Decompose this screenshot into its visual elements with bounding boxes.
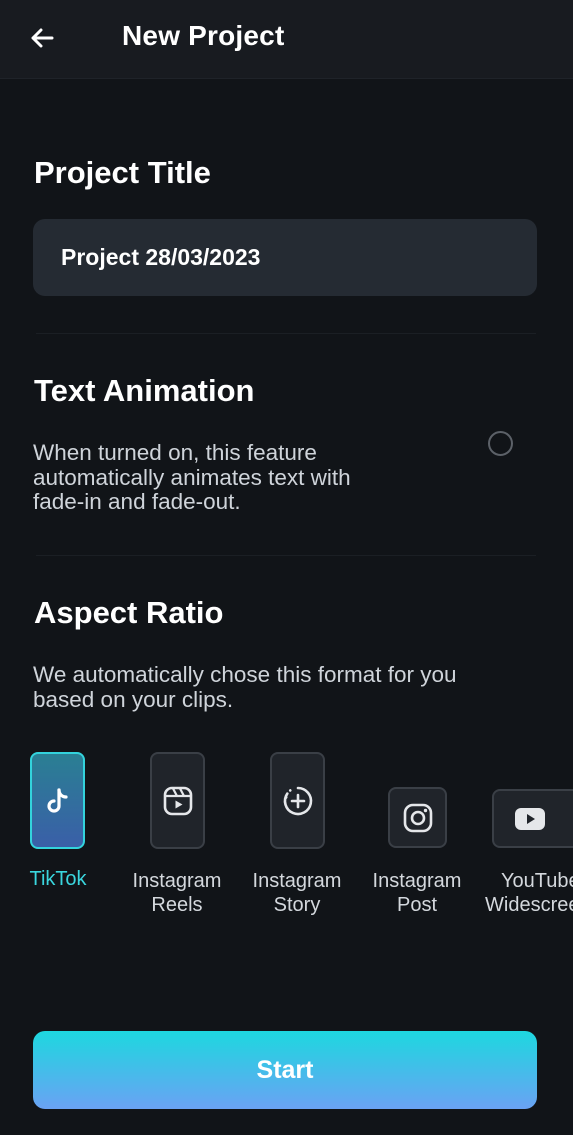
label-line: Instagram — [252, 870, 342, 892]
aspect-option-label: Instagram Post — [366, 869, 468, 917]
aspect-option-label: TikTok — [28, 867, 88, 891]
description-line: fade-in and fade-out. — [33, 489, 241, 514]
aspect-option-tiktok[interactable]: TikTok — [28, 750, 88, 900]
project-title-heading: Project Title — [34, 155, 211, 190]
instagram-story-icon — [283, 786, 312, 815]
back-button[interactable] — [22, 18, 62, 58]
start-button[interactable]: Start — [33, 1031, 537, 1109]
youtube-icon — [515, 807, 545, 830]
text-animation-heading: Text Animation — [34, 373, 255, 408]
label-line: Story — [273, 894, 321, 916]
aspect-option-instagram-reels[interactable]: Instagram Reels — [126, 750, 228, 920]
label-line: Instagram — [132, 870, 222, 892]
divider — [36, 555, 536, 556]
aspect-option-label: YouTube Widescreen — [485, 869, 573, 917]
label-line: Instagram — [372, 870, 462, 892]
instagram-post-frame — [388, 787, 447, 848]
aspect-option-instagram-post[interactable]: Instagram Post — [366, 750, 468, 920]
youtube-frame — [492, 789, 573, 848]
instagram-reels-frame — [150, 752, 205, 849]
description-line: When turned on, this feature — [33, 440, 317, 465]
label-line: Reels — [151, 894, 203, 916]
aspect-ratio-description: We automatically chose this format for y… — [33, 662, 457, 712]
instagram-reels-icon — [163, 786, 192, 815]
description-line: automatically animates text with — [33, 464, 351, 490]
text-animation-description: When turned on, this feature automatical… — [33, 440, 351, 515]
aspect-option-label: Instagram Story — [246, 869, 348, 917]
divider — [36, 333, 536, 334]
aspect-option-youtube-widescreen[interactable]: YouTube Widescreen — [484, 750, 573, 920]
tiktok-frame — [30, 752, 85, 849]
page-title: New Project — [122, 20, 285, 51]
aspect-option-label: Instagram Reels — [126, 869, 228, 917]
text-animation-toggle[interactable] — [488, 431, 513, 456]
description-line: We automatically chose this format for y… — [33, 662, 457, 687]
description-line: based on your clips. — [33, 686, 234, 712]
project-title-input[interactable] — [33, 219, 537, 296]
top-bar: New Project — [0, 0, 573, 79]
instagram-post-icon — [403, 803, 432, 832]
aspect-ratio-heading: Aspect Ratio — [34, 595, 224, 630]
label-line: Widescreen — [485, 894, 573, 916]
arrow-left-icon — [31, 28, 54, 48]
tiktok-icon — [46, 787, 68, 813]
label-line: TikTok — [29, 868, 87, 890]
label-line: Post — [396, 894, 438, 916]
instagram-story-frame — [270, 752, 325, 849]
aspect-option-instagram-story[interactable]: Instagram Story — [246, 750, 348, 920]
label-line: YouTube — [501, 870, 573, 892]
